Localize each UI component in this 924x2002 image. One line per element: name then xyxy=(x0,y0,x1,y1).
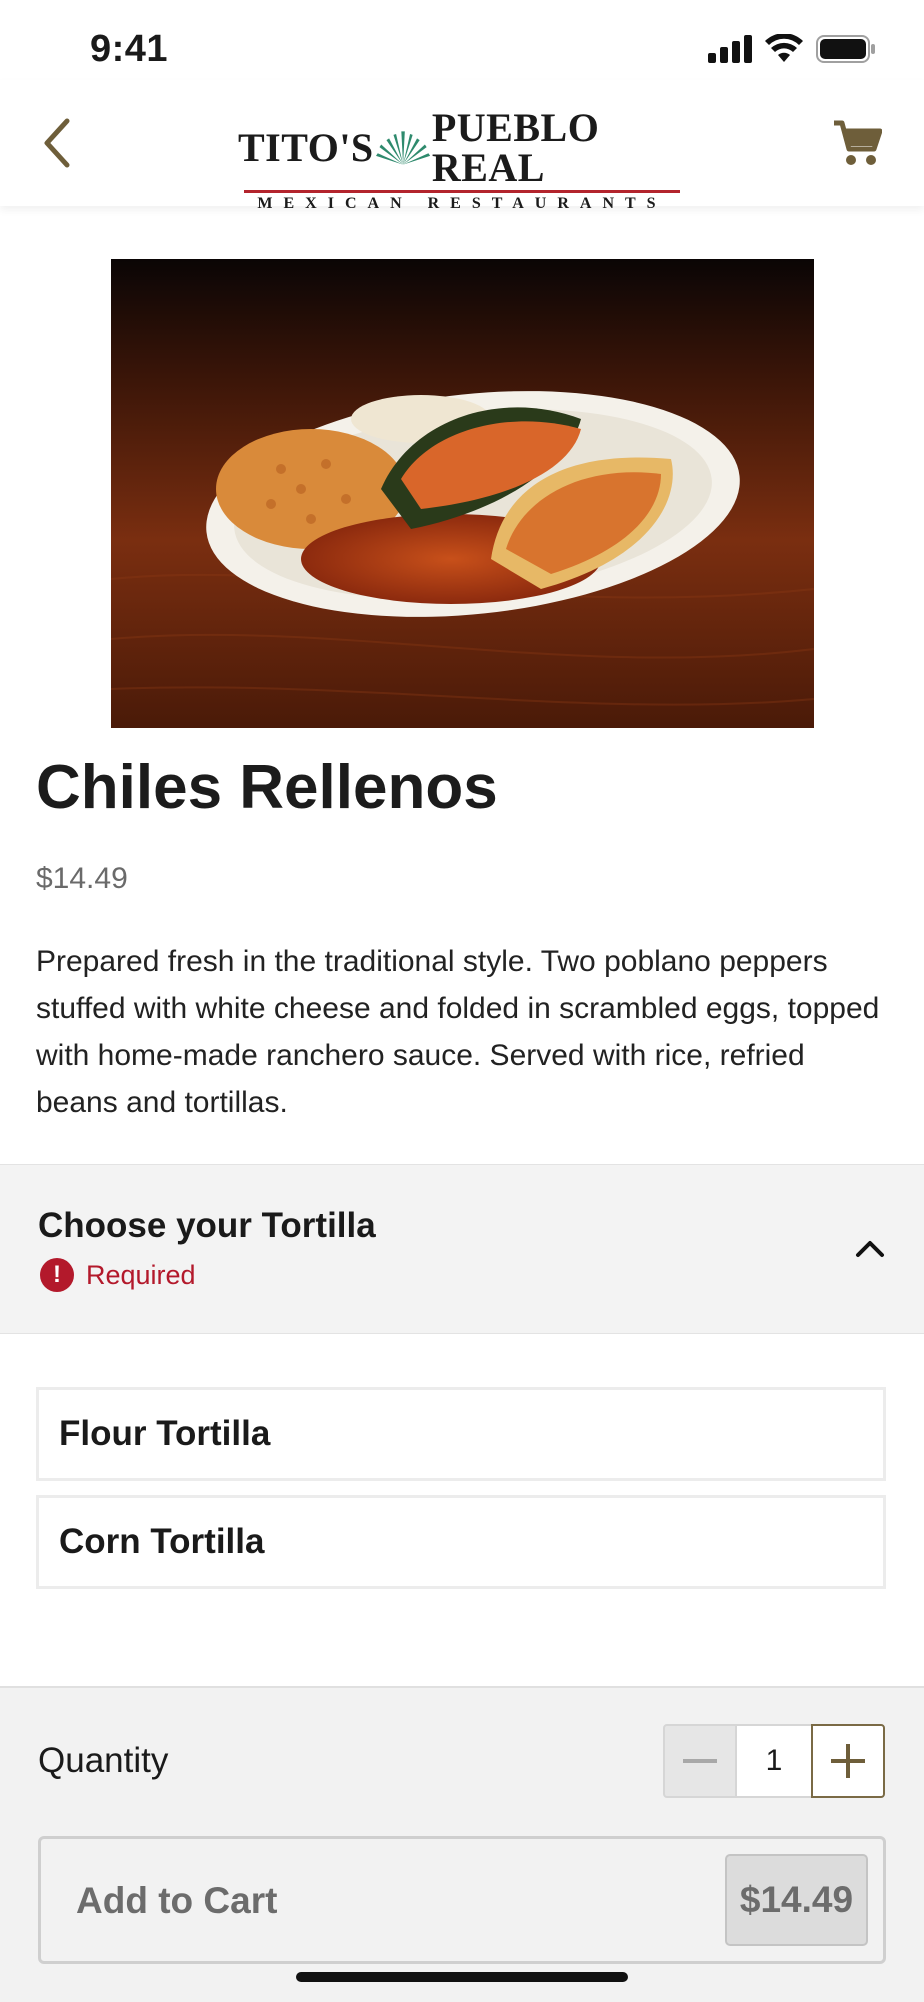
battery-icon xyxy=(816,35,875,63)
logo-line1-left: TITO'S xyxy=(238,125,374,170)
quantity-decrement-button[interactable] xyxy=(663,1724,737,1798)
plus-icon xyxy=(831,1744,865,1778)
chevron-up-icon xyxy=(856,1241,884,1257)
quantity-value: 1 xyxy=(737,1724,811,1798)
option-flour-tortilla[interactable]: Flour Tortilla xyxy=(36,1387,886,1481)
item-photo-illustration xyxy=(111,259,814,728)
home-indicator xyxy=(296,1972,628,1982)
quantity-label: Quantity xyxy=(38,1741,169,1780)
logo-line1: TITO'S PUEBLO REAL xyxy=(238,108,686,188)
cellular-signal-icon xyxy=(708,35,752,63)
required-indicator: ! Required xyxy=(40,1258,196,1292)
item-price: $14.49 xyxy=(36,862,128,895)
item-title: Chiles Rellenos xyxy=(36,753,498,822)
wifi-icon xyxy=(765,34,803,62)
modifier-group-title: Choose your Tortilla xyxy=(38,1206,376,1245)
agave-icon xyxy=(375,131,430,165)
minus-icon xyxy=(683,1759,717,1763)
chevron-left-icon xyxy=(44,118,70,168)
back-button[interactable] xyxy=(26,110,86,176)
add-to-cart-price: $14.49 xyxy=(725,1854,868,1946)
add-to-cart-label: Add to Cart xyxy=(76,1880,278,1921)
logo-rule xyxy=(244,190,680,193)
modifier-group-header[interactable] xyxy=(0,1164,924,1334)
required-label: Required xyxy=(86,1259,196,1290)
item-description: Prepared fresh in the traditional style.… xyxy=(36,945,880,1119)
restaurant-logo: TITO'S PUEBLO REAL MEXICAN RESTAURANTS xyxy=(238,108,686,212)
item-photo xyxy=(111,259,814,728)
cart-button[interactable] xyxy=(824,110,890,176)
option-label: Corn Tortilla xyxy=(59,1522,265,1561)
status-time: 9:41 xyxy=(90,28,169,70)
cart-icon xyxy=(834,120,882,165)
status-icons xyxy=(708,34,876,64)
quantity-increment-button[interactable] xyxy=(811,1724,885,1798)
logo-line1-right: PUEBLO REAL xyxy=(431,105,600,190)
option-label: Flour Tortilla xyxy=(59,1414,271,1453)
logo-line2: MEXICAN RESTAURANTS xyxy=(257,195,667,212)
collapse-toggle[interactable] xyxy=(848,1226,892,1270)
option-corn-tortilla[interactable]: Corn Tortilla xyxy=(36,1495,886,1589)
alert-icon: ! xyxy=(40,1258,74,1292)
